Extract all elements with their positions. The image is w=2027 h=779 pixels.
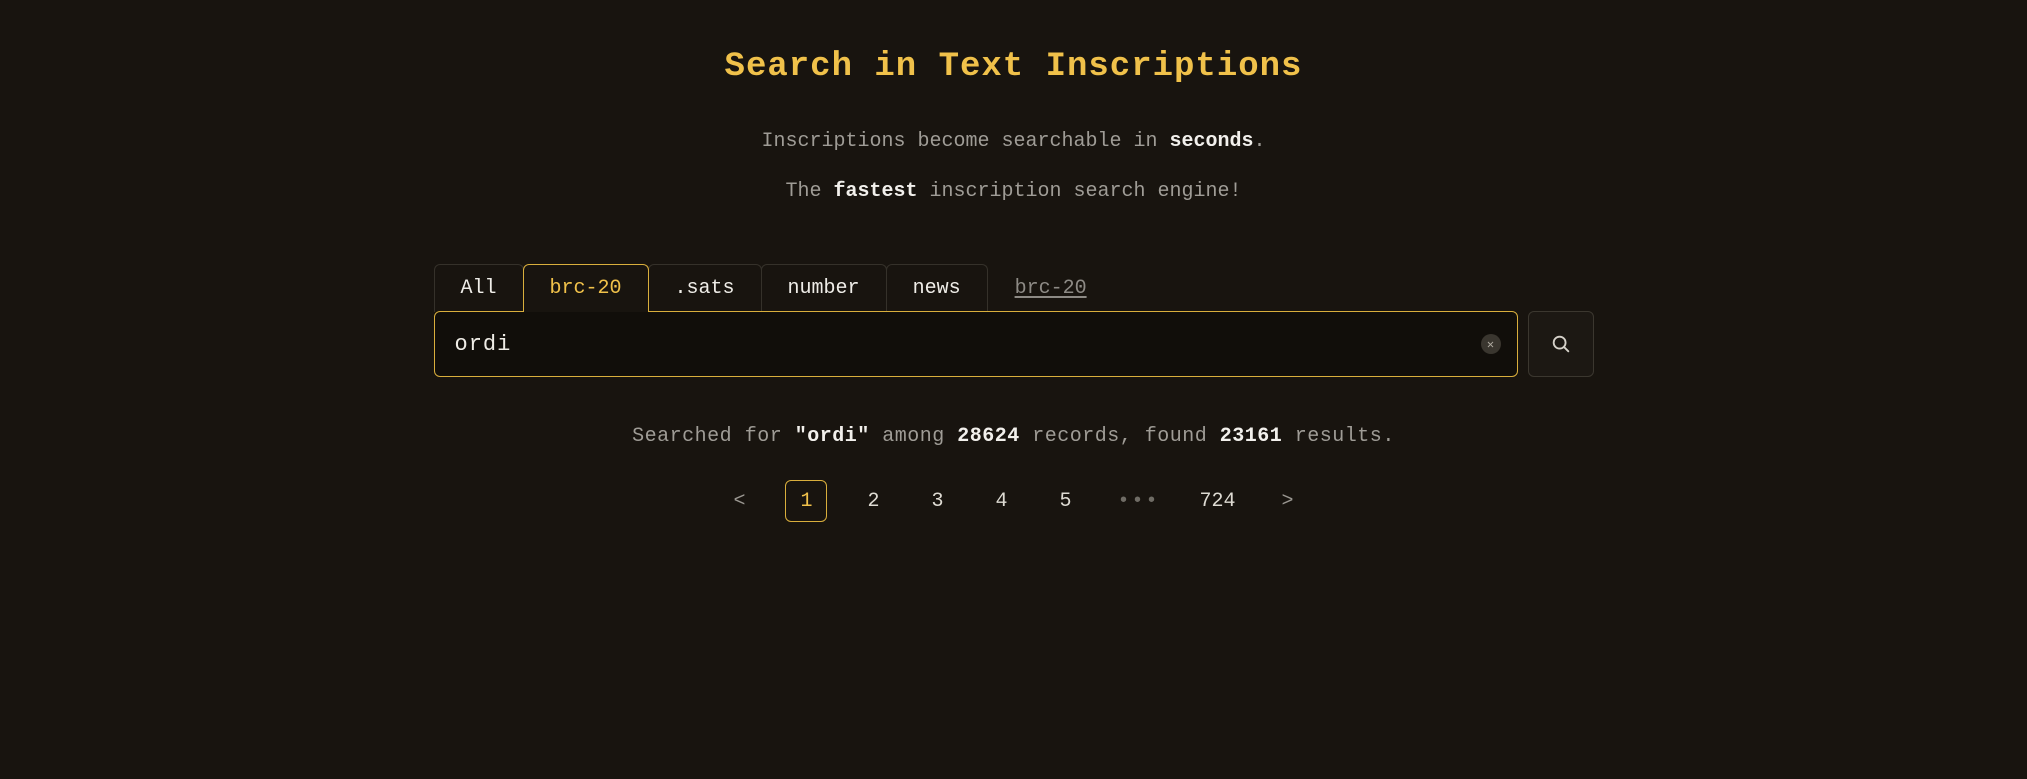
subtitle-line-1: Inscriptions become searchable in second… <box>761 126 1265 158</box>
brc20-link[interactable]: brc-20 <box>1015 277 1087 300</box>
search-input[interactable] <box>455 332 1461 357</box>
page-3-button[interactable]: 3 <box>919 480 955 522</box>
search-icon <box>1550 333 1572 355</box>
status-term: "ordi" <box>795 425 870 448</box>
page-next-button[interactable]: > <box>1270 480 1306 522</box>
text: inscription search engine! <box>917 180 1241 203</box>
text: Searched for <box>632 425 795 448</box>
text: Inscriptions become searchable in <box>761 130 1169 153</box>
text-bold: seconds <box>1170 130 1254 153</box>
pagination: < 1 2 3 4 5 ••• 724 > <box>721 480 1305 522</box>
tab-news[interactable]: news <box>886 264 988 312</box>
subtitle: Inscriptions become searchable in second… <box>761 126 1265 208</box>
tab-all[interactable]: All <box>434 264 524 312</box>
subtitle-line-2: The fastest inscription search engine! <box>761 176 1265 208</box>
search-input-row: ✕ <box>434 312 1594 377</box>
text: . <box>1254 130 1266 153</box>
text: among <box>870 425 958 448</box>
tab-brc20[interactable]: brc-20 <box>523 264 649 312</box>
page-title: Search in Text Inscriptions <box>725 48 1303 86</box>
text: results. <box>1282 425 1395 448</box>
clear-input-button[interactable]: ✕ <box>1481 334 1501 354</box>
search-button[interactable] <box>1528 311 1594 377</box>
page-last-button[interactable]: 724 <box>1194 480 1242 522</box>
search-tabs: All brc-20 .sats number news brc-20 <box>434 264 1594 312</box>
text: The <box>785 180 833 203</box>
page-4-button[interactable]: 4 <box>983 480 1019 522</box>
status-found: 23161 <box>1220 425 1283 448</box>
tab-number[interactable]: number <box>761 264 887 312</box>
page-5-button[interactable]: 5 <box>1047 480 1083 522</box>
close-icon: ✕ <box>1487 337 1494 352</box>
search-input-box: ✕ <box>434 311 1518 377</box>
page-prev-button[interactable]: < <box>721 480 757 522</box>
page-ellipsis: ••• <box>1111 480 1165 522</box>
text-bold: fastest <box>833 180 917 203</box>
page-2-button[interactable]: 2 <box>855 480 891 522</box>
search-status: Searched for "ordi" among 28624 records,… <box>632 425 1395 448</box>
search-area: All brc-20 .sats number news brc-20 ✕ <box>434 264 1594 377</box>
status-total: 28624 <box>957 425 1020 448</box>
tab-sats[interactable]: .sats <box>648 264 762 312</box>
text: records, found <box>1020 425 1220 448</box>
page-1-button[interactable]: 1 <box>785 480 827 522</box>
